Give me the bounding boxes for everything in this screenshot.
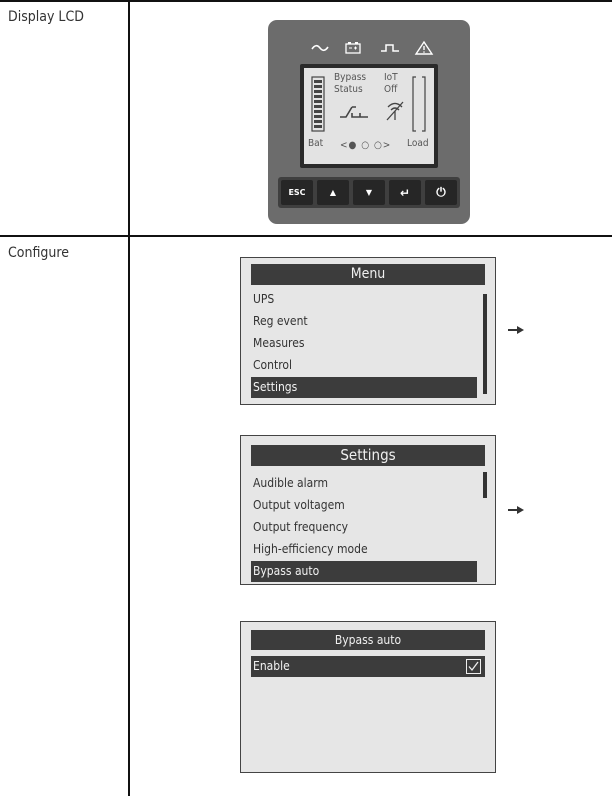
menu-item-ups[interactable]: UPS [251, 289, 477, 310]
off-text: Off [384, 84, 398, 95]
warning-icon [414, 40, 434, 55]
menu-item-settings[interactable]: Settings [251, 377, 477, 398]
checkbox-checked-icon[interactable] [466, 659, 481, 674]
menu-title: Menu [251, 264, 485, 285]
load-level-icon [412, 76, 426, 132]
square-wave-icon [381, 44, 399, 52]
enable-option[interactable]: Enable [251, 656, 485, 677]
navigation-dots: <● ○ ○> [340, 140, 392, 151]
bypass-text: Bypass [334, 72, 367, 83]
table-top-border [0, 0, 612, 2]
button-bar: ESC ▲ ▼ ↵ ⏻ [278, 177, 460, 208]
settings-screen: Settings Audible alarm Output voltagem O… [240, 435, 496, 585]
status-text: Status [334, 84, 363, 95]
menu-screen: Menu UPS Reg event Measures Control Sett… [240, 257, 496, 405]
configure-label: Configure [8, 245, 70, 261]
down-button[interactable]: ▼ [353, 180, 385, 205]
settings-item-bypass-auto[interactable]: Bypass auto [251, 561, 477, 582]
settings-item-output-voltage[interactable]: Output voltagem [251, 495, 477, 516]
battery-icon [345, 42, 361, 54]
bypass-auto-screen: Bypass auto Enable [240, 621, 496, 773]
menu-item-control[interactable]: Control [251, 355, 477, 376]
scrollbar[interactable] [483, 294, 487, 394]
lcd-display: Bypass Status IoT Off Bat <● ○ ○> Load [300, 64, 438, 168]
power-button[interactable]: ⏻ [425, 180, 457, 205]
bat-text: Bat [308, 138, 324, 149]
settings-title: Settings [251, 445, 485, 466]
ups-control-panel: Bypass Status IoT Off Bat <● ○ ○> Load E… [268, 20, 470, 224]
esc-button[interactable]: ESC [281, 180, 313, 205]
lcd-screen: Bypass Status IoT Off Bat <● ○ ○> Load [304, 68, 434, 164]
load-text: Load [407, 138, 429, 149]
enable-label: Enable [253, 659, 290, 673]
settings-item-output-frequency[interactable]: Output frequency [251, 517, 477, 538]
battery-level-icon [311, 76, 325, 132]
bypass-auto-title: Bypass auto [251, 630, 485, 650]
scrollbar[interactable] [483, 472, 487, 498]
settings-item-high-efficiency[interactable]: High-efficiency mode [251, 539, 477, 560]
next-arrow-icon [508, 506, 524, 514]
ac-input-icon [311, 44, 329, 52]
next-arrow-icon [508, 326, 524, 334]
menu-item-reg-event[interactable]: Reg event [251, 311, 477, 332]
bypass-switch-icon [340, 106, 368, 118]
display-lcd-label: Display LCD [8, 9, 84, 25]
up-button[interactable]: ▲ [317, 180, 349, 205]
iot-off-icon [386, 101, 404, 121]
menu-item-measures[interactable]: Measures [251, 333, 477, 354]
enter-button[interactable]: ↵ [389, 180, 421, 205]
column-divider [128, 0, 130, 796]
row-divider [0, 235, 612, 237]
iot-text: IoT [384, 72, 398, 83]
settings-item-audible-alarm[interactable]: Audible alarm [251, 473, 477, 494]
